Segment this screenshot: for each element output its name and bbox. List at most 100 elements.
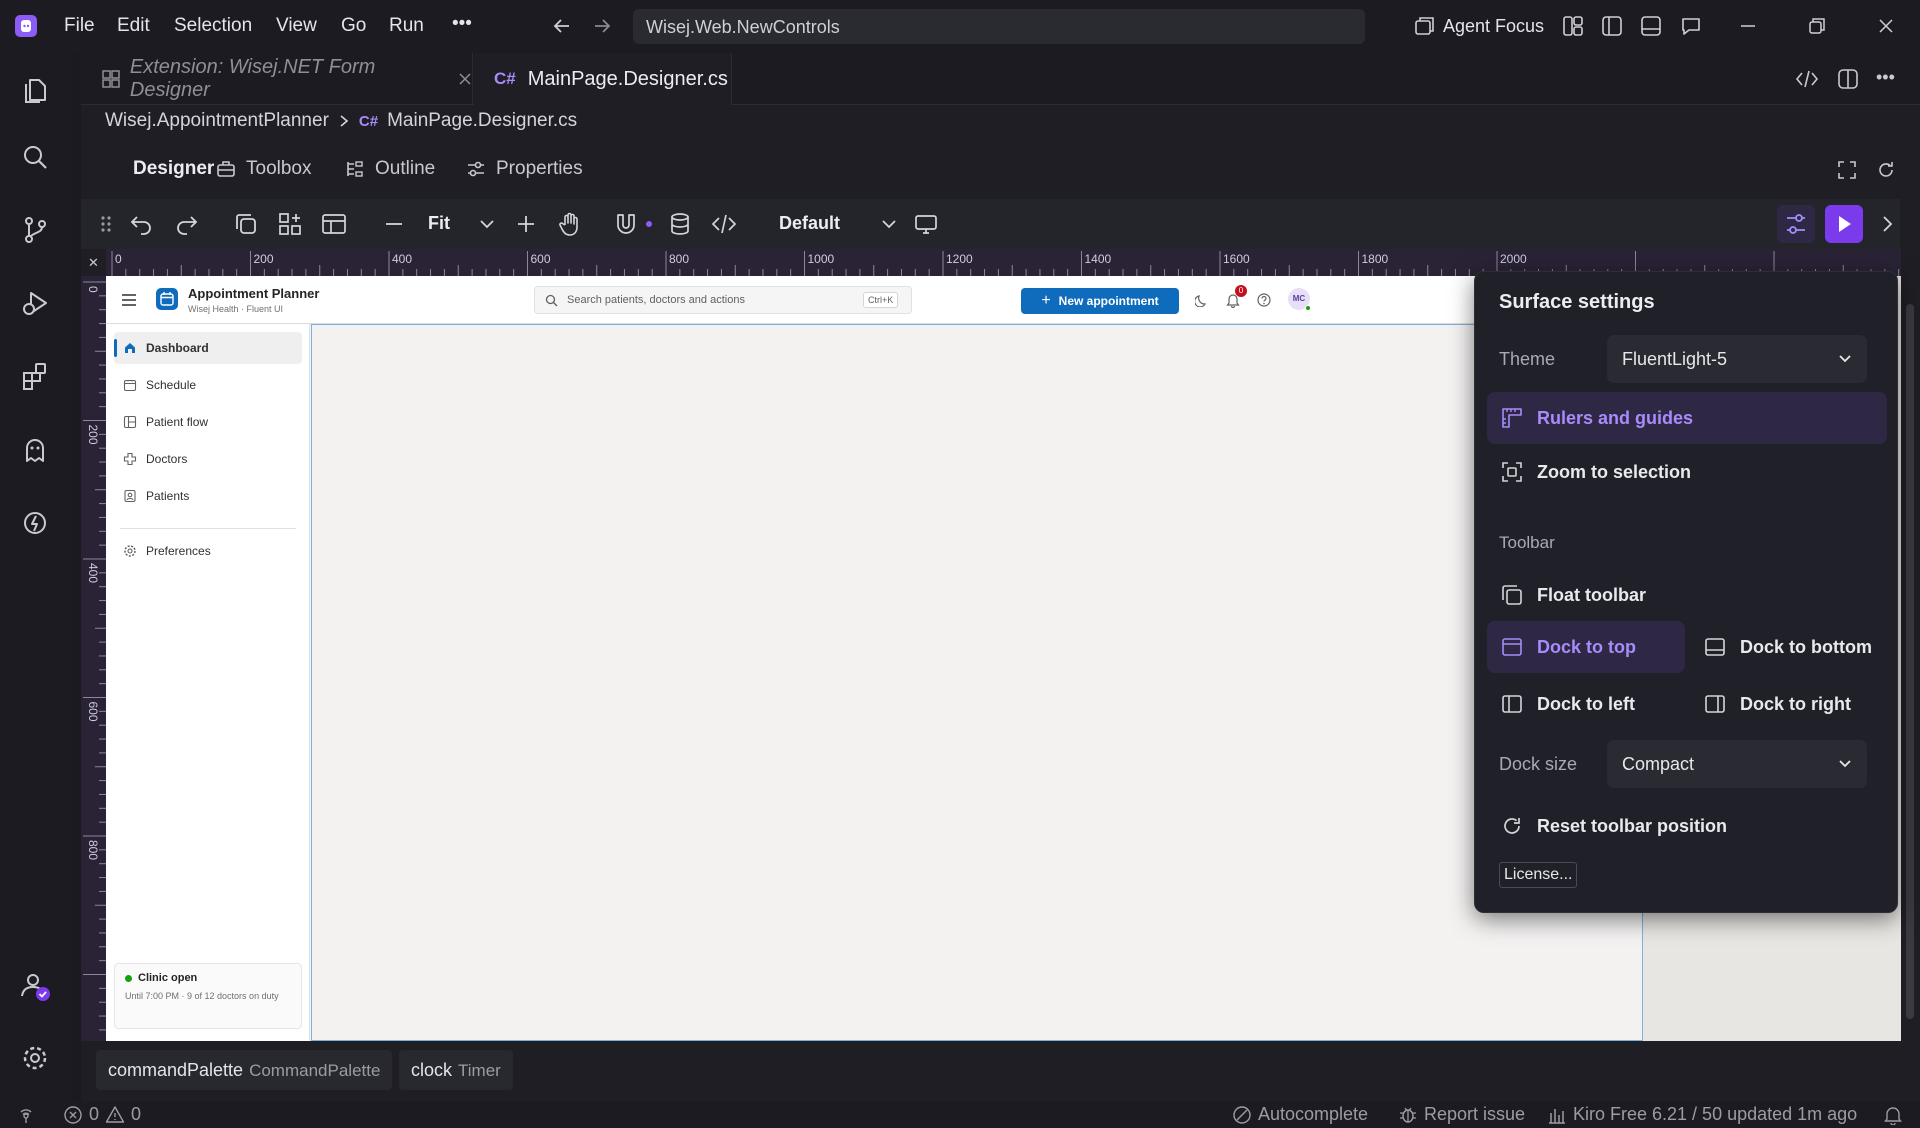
dock-to-left-button[interactable]: Dock to left <box>1487 678 1685 730</box>
close-window-icon[interactable] <box>1877 17 1895 35</box>
split-editor-icon[interactable] <box>1837 68 1859 90</box>
appointment-planner-page[interactable]: Appointment Planner Wisej Health · Fluen… <box>106 276 1642 1041</box>
component-chip-clock[interactable]: clock Timer <box>399 1050 513 1090</box>
toggle-sidebar-icon[interactable] <box>1601 15 1623 37</box>
agent-focus-label[interactable]: Agent Focus <box>1443 16 1544 37</box>
zoom-level[interactable]: Fit <box>428 213 450 234</box>
chat-icon[interactable] <box>1680 15 1702 37</box>
dock-to-right-button[interactable]: Dock to right <box>1690 678 1888 730</box>
app-search-box[interactable]: Search patients, doctors and actions Ctr… <box>534 286 912 314</box>
problems-indicator[interactable]: 0 0 <box>63 1104 141 1125</box>
dock-to-bottom-button[interactable]: Dock to bottom <box>1690 621 1888 673</box>
zoom-in-icon[interactable] <box>513 211 539 237</box>
theme-select[interactable]: FluentLight-5 <box>1607 335 1867 383</box>
tab-toolbox[interactable]: Toolbox <box>216 158 312 180</box>
zoom-out-icon[interactable] <box>381 211 407 237</box>
tab-extension[interactable]: Extension: Wisej.NET Form Designer <box>81 53 473 105</box>
undo-icon[interactable] <box>129 211 155 237</box>
device-preview-icon[interactable] <box>913 211 939 237</box>
nav-item-patients[interactable]: Patients <box>114 480 302 512</box>
menu-file[interactable]: File <box>64 15 95 37</box>
ai-assistant-icon[interactable] <box>15 503 55 543</box>
add-component-icon[interactable] <box>277 211 303 237</box>
layout-grid-icon[interactable] <box>1562 15 1584 37</box>
command-center-search[interactable]: Wisej.Web.NewControls <box>633 9 1365 44</box>
nav-item-schedule[interactable]: Schedule <box>114 369 302 401</box>
menu-go[interactable]: Go <box>341 15 366 37</box>
content-area[interactable] <box>311 324 1642 1041</box>
report-issue-link[interactable]: Report issue <box>1398 1104 1525 1125</box>
scrollbar-thumb[interactable] <box>1906 304 1914 1019</box>
run-debug-icon[interactable] <box>15 283 55 323</box>
vertical-scrollbar[interactable] <box>1901 276 1920 1041</box>
dock-size-select[interactable]: Compact <box>1607 740 1867 788</box>
zoom-to-selection-button[interactable]: Zoom to selection <box>1487 446 1887 498</box>
tab-designer[interactable]: Designer <box>133 158 214 180</box>
component-chip-command-palette[interactable]: commandPalette CommandPalette <box>96 1050 393 1090</box>
toggle-panel-icon[interactable] <box>1640 15 1662 37</box>
autocomplete-status[interactable]: Autocomplete <box>1232 1104 1368 1125</box>
menu-run[interactable]: Run <box>389 15 424 37</box>
tab-mainpage-designer[interactable]: C# MainPage.Designer.cs <box>474 53 732 105</box>
explorer-icon[interactable] <box>15 69 55 109</box>
close-tab-icon[interactable] <box>457 71 472 87</box>
code-icon[interactable] <box>711 211 737 237</box>
dock-to-top-button[interactable]: Dock to top <box>1487 621 1685 673</box>
menu-selection[interactable]: Selection <box>174 15 252 37</box>
search-icon[interactable] <box>15 137 55 177</box>
back-arrow-icon[interactable] <box>552 16 572 36</box>
reset-toolbar-position-button[interactable]: Reset toolbar position <box>1487 800 1887 852</box>
kiro-usage-status[interactable]: Kiro Free 6.21 / 50 updated 1m ago <box>1547 1104 1857 1125</box>
account-icon[interactable] <box>15 966 55 1006</box>
notifications-bell-icon[interactable] <box>1883 1105 1903 1125</box>
tab-outline[interactable]: Outline <box>345 158 435 180</box>
hamburger-menu-icon[interactable] <box>121 293 137 307</box>
vertical-ruler[interactable]: 0 200 400 600 800 <box>81 276 106 1041</box>
menu-more-icon[interactable]: ••• <box>452 13 472 35</box>
float-toolbar-button[interactable]: Float toolbar <box>1487 569 1887 621</box>
settings-gear-icon[interactable] <box>15 1038 55 1078</box>
tab-properties[interactable]: Properties <box>466 158 583 180</box>
rulers-and-guides-toggle[interactable]: Rulers and guides <box>1487 392 1887 444</box>
help-icon[interactable] <box>1257 293 1271 307</box>
pan-hand-icon[interactable] <box>557 211 583 237</box>
dark-mode-moon-icon[interactable] <box>1195 293 1209 307</box>
zoom-dropdown-chevron-icon[interactable] <box>478 211 496 237</box>
fullscreen-icon[interactable] <box>1837 160 1857 180</box>
remote-broadcast-icon[interactable] <box>17 1106 35 1124</box>
breadcrumb-file[interactable]: MainPage.Designer.cs <box>387 110 577 132</box>
layout-icon[interactable] <box>321 211 347 237</box>
drag-handle-icon[interactable] <box>93 211 119 237</box>
agent-focus-icon[interactable] <box>1414 15 1436 37</box>
forward-arrow-icon[interactable] <box>592 16 612 36</box>
new-appointment-button[interactable]: + New appointment <box>1021 288 1179 314</box>
profile-dropdown-chevron-icon[interactable] <box>880 211 898 237</box>
source-control-icon[interactable] <box>15 210 55 250</box>
code-view-icon[interactable] <box>1795 69 1819 89</box>
expand-toolbar-chevron-icon[interactable] <box>1878 211 1898 237</box>
nav-item-preferences[interactable]: Preferences <box>114 535 302 567</box>
ruler-corner-close-icon[interactable]: ✕ <box>81 249 106 276</box>
nav-item-dashboard[interactable]: Dashboard <box>114 332 302 364</box>
tab-properties-label: Properties <box>496 158 583 179</box>
redo-icon[interactable] <box>173 211 199 237</box>
run-preview-button[interactable] <box>1825 205 1863 243</box>
refresh-icon[interactable] <box>1876 160 1896 180</box>
menu-view[interactable]: View <box>276 15 317 37</box>
kiro-ghost-icon[interactable] <box>15 430 55 470</box>
nav-item-doctors[interactable]: Doctors <box>114 443 302 475</box>
menu-edit[interactable]: Edit <box>117 15 150 37</box>
copy-icon[interactable] <box>233 211 259 237</box>
snap-magnet-icon[interactable] <box>613 211 639 237</box>
nav-item-patient-flow[interactable]: Patient flow <box>114 406 302 438</box>
extensions-icon[interactable] <box>15 356 55 396</box>
breadcrumb-project[interactable]: Wisej.AppointmentPlanner <box>105 110 329 132</box>
restore-icon[interactable] <box>1808 17 1826 35</box>
data-source-icon[interactable] <box>667 211 693 237</box>
profile-select[interactable]: Default <box>779 213 840 234</box>
surface-settings-button[interactable] <box>1777 205 1815 243</box>
license-button[interactable]: License... <box>1499 862 1578 888</box>
more-actions-icon[interactable]: ••• <box>1876 67 1895 88</box>
ruler-tick-label: 1400 <box>1085 252 1112 266</box>
minimize-icon[interactable] <box>1739 17 1757 35</box>
